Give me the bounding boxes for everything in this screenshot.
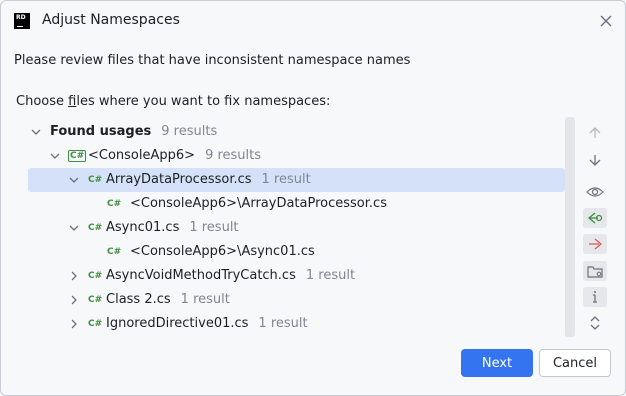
tree-node-label: <ConsoleApp6>\ArrayDataProcessor.cs bbox=[130, 196, 387, 211]
adjust-namespaces-dialog: RD Adjust Namespaces Please review files… bbox=[0, 0, 626, 396]
tree-node-label: ArrayDataProcessor.cs 1 result bbox=[106, 172, 311, 187]
csharp-file-icon: C# bbox=[107, 247, 122, 257]
csharp-file-icon: C# bbox=[88, 223, 103, 233]
csharp-project-icon: C# bbox=[68, 150, 87, 162]
info-icon[interactable] bbox=[583, 287, 607, 307]
tree-node-file[interactable]: C# Class 2.cs 1 result bbox=[28, 288, 565, 312]
close-icon[interactable] bbox=[597, 12, 615, 30]
csharp-file-icon: C# bbox=[107, 199, 122, 209]
choose-files-label: Choose files where you want to fix names… bbox=[16, 94, 331, 109]
tree-node-file[interactable]: C# ArrayDataProcessor.cs 1 result bbox=[28, 168, 565, 192]
tree-node-file[interactable]: C# AsyncVoidMethodTryCatch.cs 1 result bbox=[28, 264, 565, 288]
chevron-right-icon[interactable] bbox=[68, 270, 80, 282]
chevron-down-icon[interactable] bbox=[30, 126, 42, 138]
next-button[interactable]: Next bbox=[461, 349, 533, 377]
chevron-down-icon[interactable] bbox=[68, 222, 80, 234]
folder-settings-icon[interactable] bbox=[583, 261, 607, 281]
tree-node-label: <ConsoleApp6>\Async01.cs bbox=[130, 244, 315, 259]
tree-root-found-usages[interactable]: Found usages 9 results bbox=[28, 120, 565, 144]
tree-node-label: AsyncVoidMethodTryCatch.cs 1 result bbox=[106, 268, 356, 283]
tree-node-label: Class 2.cs 1 result bbox=[106, 292, 230, 307]
rider-logo-icon: RD bbox=[14, 13, 30, 29]
tree-node-label: Async01.cs 1 result bbox=[106, 220, 239, 235]
arrow-down-icon[interactable] bbox=[583, 150, 607, 170]
csharp-file-icon: C# bbox=[88, 271, 103, 281]
chevron-right-icon[interactable] bbox=[68, 294, 80, 306]
expand-collapse-icon[interactable] bbox=[583, 313, 607, 333]
csharp-file-icon: C# bbox=[88, 319, 103, 329]
tree-node-label: Found usages 9 results bbox=[50, 124, 218, 139]
arrow-up-icon[interactable] bbox=[583, 123, 607, 143]
tree-node-label: <ConsoleApp6> 9 results bbox=[88, 148, 262, 163]
cancel-button[interactable]: Cancel bbox=[539, 349, 611, 377]
csharp-file-icon: C# bbox=[88, 295, 103, 305]
tree-node-label: IgnoredDirective01.cs 1 result bbox=[106, 316, 308, 331]
chevron-down-icon[interactable] bbox=[49, 150, 61, 162]
title-bar: RD Adjust Namespaces bbox=[1, 1, 625, 41]
usages-tree[interactable]: Found usages 9 results C# <ConsoleApp6> 9 … bbox=[28, 119, 565, 337]
tree-node-usage[interactable]: C# <ConsoleApp6>\Async01.cs bbox=[28, 240, 565, 264]
exclude-icon[interactable] bbox=[583, 234, 607, 254]
tree-node-usage[interactable]: C# <ConsoleApp6>\ArrayDataProcessor.cs bbox=[28, 192, 565, 216]
eye-icon[interactable] bbox=[583, 182, 607, 202]
tree-scrollbar[interactable] bbox=[565, 117, 575, 337]
description-text: Please review files that have inconsiste… bbox=[14, 53, 411, 68]
dialog-title: Adjust Namespaces bbox=[42, 12, 180, 28]
tree-node-file[interactable]: C# IgnoredDirective01.cs 1 result bbox=[28, 312, 565, 336]
include-icon[interactable] bbox=[583, 208, 607, 228]
tree-node-file[interactable]: C# Async01.cs 1 result bbox=[28, 216, 565, 240]
chevron-down-icon[interactable] bbox=[68, 174, 80, 186]
tree-node-project[interactable]: C# <ConsoleApp6> 9 results bbox=[28, 144, 565, 168]
chevron-right-icon[interactable] bbox=[68, 318, 80, 330]
csharp-file-icon: C# bbox=[88, 175, 103, 185]
